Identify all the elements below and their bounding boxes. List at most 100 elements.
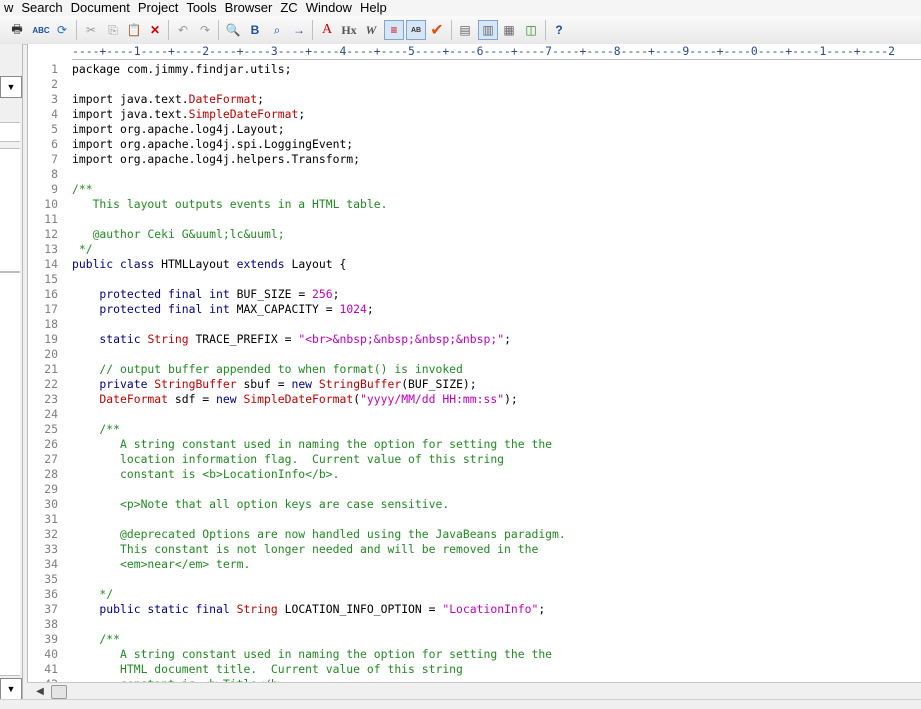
code-token: @author Ceki G&uuml;lc&uuml; (72, 227, 285, 241)
toolbar: 🖶 ABC ⟳ ✂ ⎘ 📋 ✕ ↶ ↷ 🔍 B ⌕ → A Hx W ≡ AB … (0, 16, 921, 45)
delete-icon[interactable]: ✕ (146, 21, 164, 39)
code-line[interactable]: 40 A string constant used in naming the … (28, 647, 921, 662)
code-token: <p>Note that all option keys are case se… (72, 497, 450, 511)
document-list-icon[interactable]: ▥ (478, 20, 498, 40)
code-line[interactable]: 15 (28, 272, 921, 287)
code-line[interactable]: 6 import org.apache.log4j.spi.LoggingEven… (28, 137, 921, 152)
code-line[interactable]: 13 */ (28, 242, 921, 257)
code-line[interactable]: 9 /** (28, 182, 921, 197)
panel-dropdown[interactable]: ▼ (0, 76, 22, 98)
menu-item-7[interactable]: Window (302, 1, 356, 15)
menu-item-5[interactable]: Browser (221, 1, 277, 15)
code-line[interactable]: 20 (28, 347, 921, 362)
undo-icon[interactable]: ↶ (174, 21, 192, 39)
find-icon[interactable]: 🔍 (224, 21, 242, 39)
code-line[interactable]: 25 /** (28, 422, 921, 437)
code-line[interactable]: 10 This layout outputs events in a HTML … (28, 197, 921, 212)
line-number: 27 (44, 452, 58, 466)
header-icon[interactable]: Hx (340, 21, 358, 39)
code-line[interactable]: 19 static String TRACE_PREFIX = "<br>&nb… (28, 332, 921, 347)
font-color-icon[interactable]: A (318, 21, 336, 39)
browser-preview-icon[interactable]: ◫ (522, 21, 540, 39)
code-lines[interactable]: 1 package com.jimmy.findjar.utils; 2 3 impor… (28, 62, 921, 682)
line-number: 2 (51, 77, 58, 91)
code-line[interactable]: 35 (28, 572, 921, 587)
code-editor[interactable]: ----+----1----+----2----+----3----+----4… (27, 44, 921, 682)
scrollbar-thumb[interactable] (51, 685, 67, 699)
wrap-icon[interactable]: W (362, 21, 380, 39)
code-line[interactable]: 12 @author Ceki G&uuml;lc&uuml; (28, 227, 921, 242)
code-line[interactable]: 23 DateFormat sdf = new SimpleDateFormat… (28, 392, 921, 407)
menu-item-2[interactable]: Document (67, 1, 134, 15)
word-wrap-toggle-icon[interactable]: ≡ (384, 20, 404, 40)
spellcheck-icon[interactable]: ABC (32, 21, 50, 39)
line-number: 28 (44, 467, 58, 481)
replace-icon[interactable]: B (246, 21, 264, 39)
code-line[interactable]: 36 */ (28, 587, 921, 602)
copy-icon[interactable]: ⎘ (104, 21, 122, 39)
redo-icon[interactable]: ↷ (196, 21, 214, 39)
menu-item-0[interactable]: w (0, 1, 17, 15)
menu-item-8[interactable]: Help (356, 1, 391, 15)
code-token: ; (298, 107, 306, 121)
menu-item-3[interactable]: Project (134, 1, 182, 15)
code-line[interactable]: 29 (28, 482, 921, 497)
paste-icon[interactable]: 📋 (125, 21, 143, 39)
code-line[interactable]: 8 (28, 167, 921, 182)
code-line[interactable]: 33 This constant is not longer needed an… (28, 542, 921, 557)
code-line[interactable]: 4 import java.text.SimpleDateFormat; (28, 107, 921, 122)
code-line[interactable]: 11 (28, 212, 921, 227)
code-line[interactable]: 2 (28, 77, 921, 92)
horizontal-scrollbar[interactable]: ◀ (27, 682, 921, 700)
code-line[interactable]: 41 HTML document title. Current value of… (28, 662, 921, 677)
menu-item-1[interactable]: Search (17, 1, 66, 15)
cut-icon[interactable]: ✂ (82, 21, 100, 39)
line-number: 30 (44, 497, 58, 511)
code-line[interactable]: 34 <em>near</em> term. (28, 557, 921, 572)
code-line[interactable]: 32 @deprecated Options are now handled u… (28, 527, 921, 542)
menu-item-6[interactable]: ZC (276, 1, 301, 15)
code-line[interactable]: 18 (28, 317, 921, 332)
code-line[interactable]: 1 package com.jimmy.findjar.utils; (28, 62, 921, 77)
panel-dropdown-bottom[interactable]: ▼ (0, 678, 22, 700)
find-in-files-icon[interactable]: ⌕ (268, 21, 286, 39)
outline-icon[interactable]: ▤ (456, 21, 474, 39)
panel-list-top[interactable] (0, 148, 20, 272)
line-number: 34 (44, 557, 58, 571)
code-line[interactable]: 5 import org.apache.log4j.Layout; (28, 122, 921, 137)
code-line[interactable]: 21 // output buffer appended to when for… (28, 362, 921, 377)
code-line[interactable]: 28 constant is <b>LocationInfo</b>. (28, 467, 921, 482)
code-line[interactable]: 31 (28, 512, 921, 527)
code-token: StringBuffer (318, 377, 402, 391)
code-line[interactable]: 27 location information flag. Current va… (28, 452, 921, 467)
help-icon[interactable]: ? (550, 21, 568, 39)
code-token: location information flag. Current value… (72, 452, 505, 466)
clipboard-history-icon[interactable]: ▦ (500, 21, 518, 39)
toolbar-separator (168, 20, 169, 40)
scroll-left-arrow-icon[interactable]: ◀ (35, 685, 45, 697)
menu-item-4[interactable]: Tools (182, 1, 220, 15)
line-number: 39 (44, 632, 58, 646)
panel-list-bottom[interactable] (0, 272, 20, 676)
code-line[interactable]: 38 (28, 617, 921, 632)
code-line[interactable]: 3 import java.text.DateFormat; (28, 92, 921, 107)
print-icon[interactable]: 🖶 (8, 21, 26, 39)
code-line[interactable]: 30 <p>Note that all option keys are case… (28, 497, 921, 512)
code-line[interactable]: 16 protected final int BUF_SIZE = 256; (28, 287, 921, 302)
column-mode-toggle-icon[interactable]: AB (406, 20, 426, 40)
code-line[interactable]: 7 import org.apache.log4j.helpers.Transfo… (28, 152, 921, 167)
sync-icon[interactable]: ⟳ (53, 21, 71, 39)
code-line[interactable]: 37 public static final String LOCATION_I… (28, 602, 921, 617)
code-token: protected final int (72, 302, 237, 316)
code-line[interactable]: 39 /** (28, 632, 921, 647)
code-line[interactable]: 22 private StringBuffer sbuf = new Strin… (28, 377, 921, 392)
line-code: protected final int BUF_SIZE = 256; (72, 287, 339, 302)
code-line[interactable]: 14 public class HTMLLayout extends Layout… (28, 257, 921, 272)
checkmark-icon[interactable]: ✔ (428, 21, 446, 39)
code-line[interactable]: 26 A string constant used in naming the … (28, 437, 921, 452)
code-line[interactable]: 17 protected final int MAX_CAPACITY = 10… (28, 302, 921, 317)
goto-line-icon[interactable]: → (290, 21, 308, 39)
panel-tab[interactable] (0, 122, 20, 142)
code-line[interactable]: 24 (28, 407, 921, 422)
code-token: @deprecated Options are now handled usin… (72, 527, 566, 541)
